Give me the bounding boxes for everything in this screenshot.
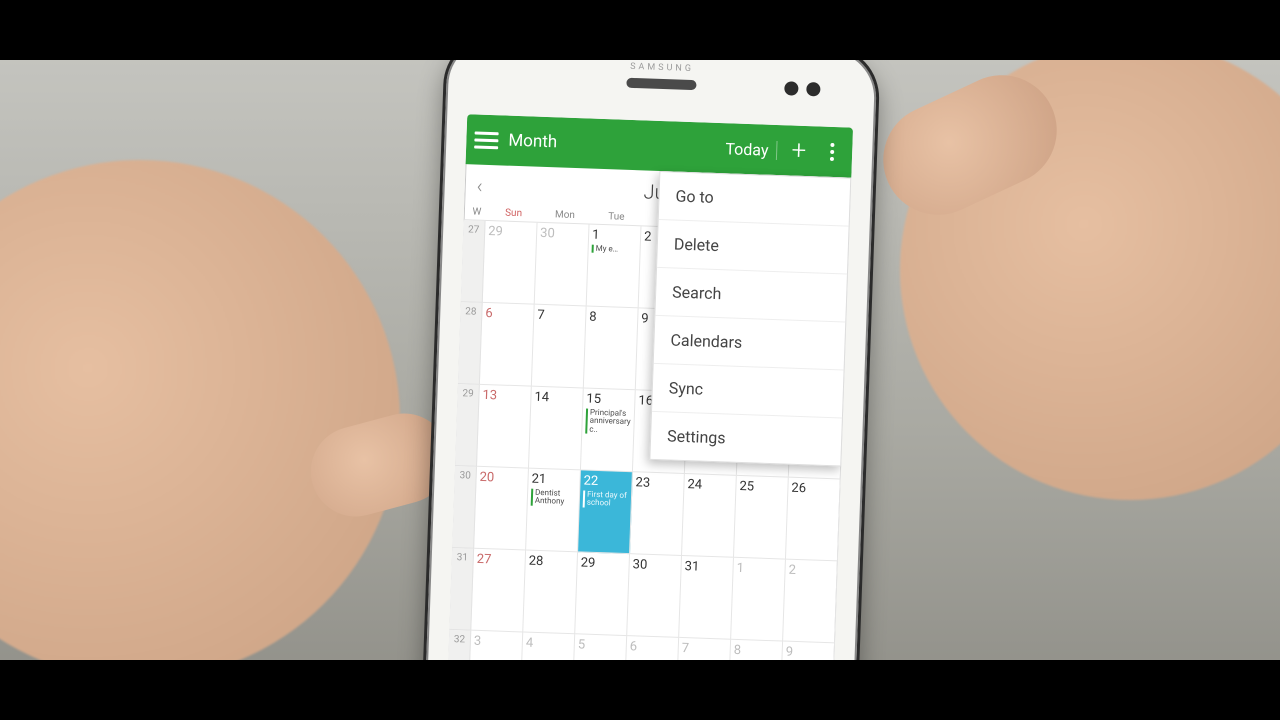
day-number: 1 (592, 228, 637, 245)
day-number: 22 (583, 474, 628, 491)
today-button[interactable]: Today (717, 138, 778, 159)
day-number: 6 (485, 306, 530, 323)
day-number: 5 (578, 637, 623, 654)
day-cell[interactable]: 25 (734, 476, 789, 560)
day-cell[interactable]: 23 (630, 472, 685, 556)
drawer-icon[interactable] (474, 131, 499, 149)
day-cell[interactable]: 24 (682, 474, 737, 558)
day-number: 3 (474, 634, 519, 651)
dow-mon: Mon (539, 209, 591, 222)
day-number: 20 (479, 470, 524, 487)
day-number: 7 (537, 308, 582, 325)
week-number: 27 (461, 220, 486, 303)
day-cell[interactable]: 21Dentist Anthony (526, 469, 581, 553)
day-cell[interactable]: 30 (535, 223, 590, 307)
week-number: 31 (449, 548, 474, 631)
phone-speaker (626, 78, 696, 90)
day-number: 30 (540, 226, 585, 243)
day-cell[interactable]: 7 (532, 305, 587, 389)
day-cell[interactable]: 22First day of school (578, 470, 633, 554)
day-number: 2 (788, 563, 833, 580)
phone-sensors (784, 81, 798, 95)
week-number: 28 (458, 302, 483, 385)
day-cell[interactable]: 20 (474, 467, 529, 551)
day-cell[interactable]: 26 (786, 478, 841, 562)
day-cell[interactable]: 28 (523, 551, 578, 635)
day-number: 8 (733, 643, 778, 660)
overflow-icon[interactable] (820, 143, 845, 162)
menu-item-go-to[interactable]: Go to (659, 172, 851, 227)
day-cell[interactable]: 6 (480, 303, 535, 387)
event-chip[interactable]: My e… (592, 245, 637, 255)
view-mode-label[interactable]: Month (508, 131, 558, 153)
day-cell[interactable]: 1 (731, 558, 786, 642)
phone-brand: SAMSUNG (630, 62, 694, 74)
day-cell[interactable]: 1My e… (587, 225, 642, 309)
day-cell[interactable]: 29 (483, 221, 538, 305)
day-number: 30 (632, 557, 677, 574)
day-number: 29 (488, 224, 533, 241)
add-event-button[interactable]: + (783, 137, 815, 164)
week-number: 29 (455, 384, 480, 467)
day-number: 27 (477, 552, 522, 569)
video-letterbox-bottom (0, 660, 1280, 720)
phone-frame: SAMSUNG Month Today + ‹ Ju W Sun Mon Tue… (418, 32, 881, 720)
dow-sun: Sun (488, 207, 540, 220)
day-number: 29 (580, 555, 625, 572)
day-number: 4 (526, 636, 571, 653)
day-number: 6 (630, 639, 675, 656)
day-number: 25 (739, 479, 784, 496)
phone-screen: Month Today + ‹ Ju W Sun Mon Tue Wed Thu… (445, 114, 853, 720)
day-cell[interactable]: 31 (679, 556, 734, 640)
video-letterbox-top (0, 0, 1280, 60)
day-cell[interactable]: 30 (627, 554, 682, 638)
menu-item-sync[interactable]: Sync (652, 364, 844, 419)
event-chip[interactable]: Principal's anniversary c.. (585, 409, 631, 436)
day-number: 1 (736, 561, 781, 578)
day-cell[interactable]: 2 (783, 560, 838, 644)
overflow-menu: Go to Delete Search Calendars Sync Setti… (649, 171, 851, 467)
day-number: 23 (635, 475, 680, 492)
menu-item-search[interactable]: Search (655, 268, 847, 323)
dow-tue: Tue (590, 211, 642, 224)
week-col-label: W (466, 206, 488, 218)
event-chip[interactable]: First day of school (583, 490, 629, 508)
day-number: 28 (528, 554, 573, 571)
day-number: 7 (682, 641, 727, 658)
day-cell[interactable]: 29 (575, 552, 630, 636)
day-number: 21 (531, 472, 576, 489)
day-number: 9 (785, 645, 830, 662)
day-cell[interactable]: 27 (471, 549, 526, 633)
day-number: 31 (684, 559, 729, 576)
day-number: 24 (687, 477, 732, 494)
day-cell[interactable]: 8 (584, 306, 639, 390)
day-number: 8 (589, 310, 634, 327)
day-number: 14 (534, 390, 579, 407)
day-number: 26 (791, 481, 836, 498)
day-cell[interactable]: 15Principal's anniversary c.. (581, 388, 636, 472)
day-number: 13 (482, 388, 527, 405)
day-cell[interactable]: 13 (477, 385, 532, 469)
day-number: 15 (586, 392, 631, 409)
menu-item-delete[interactable]: Delete (657, 220, 849, 275)
menu-item-calendars[interactable]: Calendars (654, 316, 846, 371)
day-cell[interactable]: 14 (529, 387, 584, 471)
week-number: 30 (452, 466, 477, 549)
menu-item-settings[interactable]: Settings (650, 412, 842, 466)
event-chip[interactable]: Dentist Anthony (531, 489, 577, 507)
